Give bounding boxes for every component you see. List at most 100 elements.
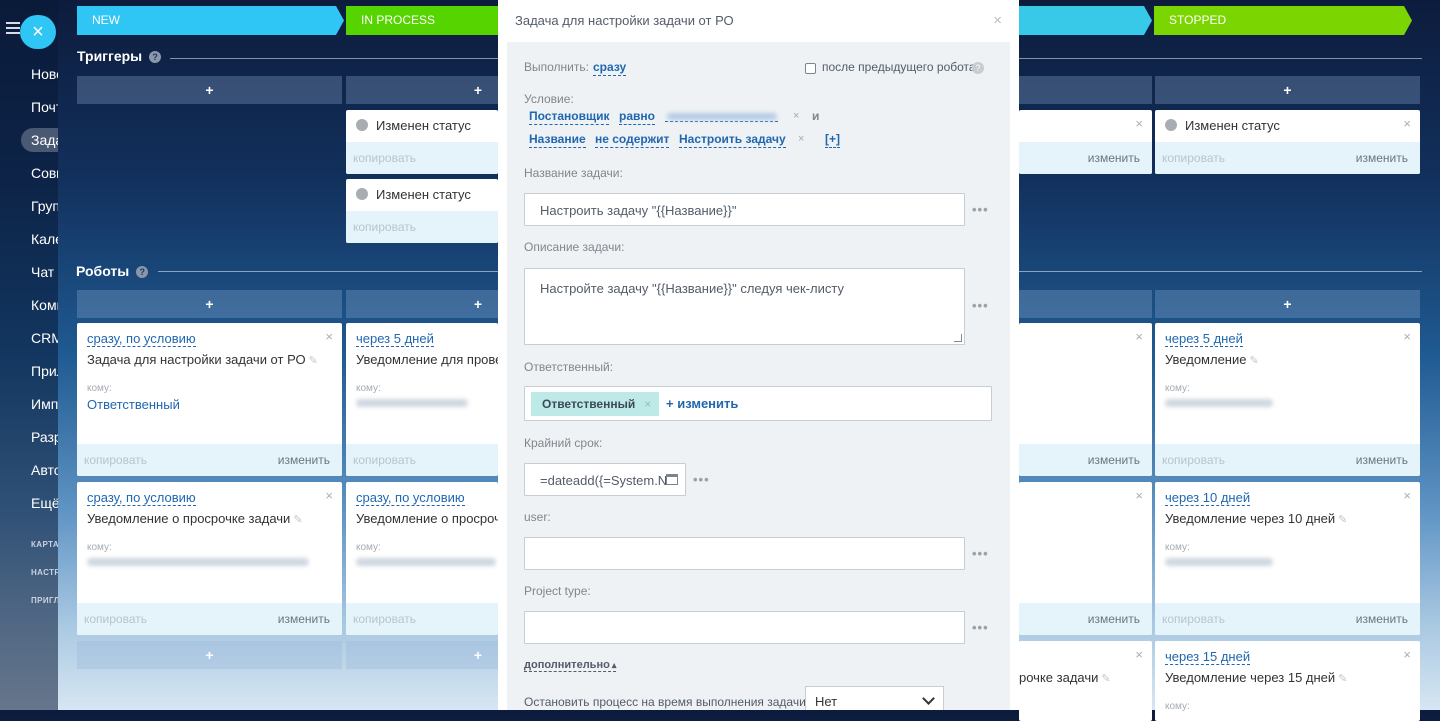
robot-card[interactable]: через 15 дней × Уведомление через 15 дне… [1155,641,1420,721]
add-trigger-button[interactable]: + [77,76,342,104]
add-trigger-button[interactable]: + [1155,76,1420,104]
trigger-card[interactable]: Изменен статус копировать [346,179,498,243]
help-icon[interactable]: ? [149,51,162,63]
close-icon[interactable]: × [1403,329,1411,344]
robot-card[interactable]: сразу, по условию × Задача для настройки… [77,323,342,476]
pencil-icon[interactable]: ✎ [1249,355,1258,367]
close-icon[interactable]: × [1403,116,1411,131]
remove-tag-icon[interactable]: × [644,397,651,411]
robot-card[interactable]: сразу, по условию Уведомление о просроч … [346,482,498,635]
condition-value-link[interactable]: Настроить задачу [679,132,786,148]
close-slider-button[interactable]: × [20,15,56,49]
project-type-input[interactable] [524,611,965,644]
sidebar-item-collab[interactable]: Совместная работа [0,157,58,190]
copy-link[interactable]: копировать [353,151,416,165]
close-icon[interactable]: × [993,12,1002,29]
robot-delay-link[interactable]: сразу, по условию [356,490,465,506]
add-robot-button[interactable]: + [77,290,342,318]
more-options-icon[interactable]: ••• [972,620,989,635]
stop-process-select[interactable]: Нет [805,686,944,710]
sidebar-item-map[interactable]: КАРТА [0,528,58,556]
additional-toggle-link[interactable]: дополнительно ▴ [524,659,617,672]
copy-link[interactable]: копировать [353,220,416,234]
condition-field-link[interactable]: Название [529,132,586,148]
robot-card[interactable]: × изменить [1019,323,1152,476]
sidebar-item-calendar[interactable]: Календарь [0,223,58,256]
edit-link[interactable]: изменить [278,453,330,467]
edit-link[interactable]: изменить [1088,612,1140,626]
add-robot-button[interactable]: + [1155,290,1420,318]
close-icon[interactable]: × [1403,647,1411,662]
robot-card[interactable]: сразу, по условию × Уведомление о просро… [77,482,342,635]
condition-operator-link[interactable]: не содержит [595,132,670,148]
close-icon[interactable]: × [1403,488,1411,503]
condition-operator-link[interactable]: равно [619,109,655,125]
trigger-card[interactable]: Изменен статус × копировать изменить [1155,110,1420,174]
add-robot-button[interactable]: + [346,641,498,669]
condition-join-link[interactable]: и [812,109,819,123]
sidebar-item-invite[interactable]: ПРИГЛАСИТЬ [0,584,58,612]
sidebar-item-company[interactable]: Компания [0,289,58,322]
more-options-icon[interactable]: ••• [693,472,710,487]
robot-card[interactable]: через 5 дней Уведомление для прове кому:… [346,323,498,476]
robot-delay-link[interactable]: сразу, по условию [87,490,196,506]
robot-card[interactable]: × изменить [1019,482,1152,635]
add-robot-button[interactable]: + [77,641,342,669]
robot-card[interactable]: через 5 дней × Уведомление ✎ кому: копиро… [1155,323,1420,476]
robot-delay-link[interactable]: сразу, по условию [87,331,196,347]
pencil-icon[interactable]: ✎ [1101,673,1110,685]
sidebar-item-groups[interactable]: Группы [0,190,58,223]
deadline-input[interactable]: =dateadd({=System.N [524,463,686,496]
resize-handle[interactable] [954,334,962,342]
copy-link[interactable]: копировать [353,453,416,467]
close-icon[interactable]: × [1135,488,1143,503]
after-previous-checkbox[interactable] [805,63,816,74]
add-trigger-button[interactable]: + [346,76,498,104]
pencil-icon[interactable]: ✎ [309,355,318,367]
close-icon[interactable]: × [1135,116,1143,131]
copy-link[interactable]: копировать [84,453,147,467]
menu-icon[interactable] [6,22,20,37]
copy-link[interactable]: копировать [1162,453,1225,467]
pencil-icon[interactable]: ✎ [1338,514,1347,526]
close-icon[interactable]: × [1135,647,1143,662]
more-options-icon[interactable]: ••• [972,546,989,561]
robot-card[interactable]: × рочке задачи ✎ [1019,641,1152,721]
robot-delay-link[interactable]: через 5 дней [356,331,434,347]
user-input[interactable] [524,537,965,570]
edit-link[interactable]: изменить [1356,151,1408,165]
copy-link[interactable]: копировать [353,612,416,626]
responsible-selector[interactable]: Ответственный × + изменить [524,386,992,421]
remove-condition-icon[interactable]: × [798,133,804,145]
edit-link[interactable]: изменить [278,612,330,626]
close-icon[interactable]: × [1135,329,1143,344]
robot-to-value[interactable]: Ответственный [87,397,180,412]
trigger-card[interactable]: × изменить [1019,110,1152,174]
task-description-textarea[interactable]: Настройте задачу "{{Название}}" следуя ч… [524,268,965,345]
close-icon[interactable]: × [325,488,333,503]
edit-link[interactable]: изменить [1356,453,1408,467]
add-robot-button[interactable]: + [346,290,498,318]
edit-link[interactable]: изменить [1088,453,1140,467]
more-options-icon[interactable]: ••• [972,202,989,217]
edit-link[interactable]: изменить [1356,612,1408,626]
sidebar-item-mail[interactable]: Почта [0,91,58,124]
copy-link[interactable]: копировать [1162,151,1225,165]
sidebar-item-more[interactable]: Ещё [0,487,58,520]
task-name-input[interactable]: Настроить задачу "{{Название}}" [524,193,965,226]
sidebar-item-automation[interactable]: Автоматизация [0,454,58,487]
help-icon[interactable]: ? [972,62,984,74]
sidebar-item-news[interactable]: Новости [0,58,58,91]
close-icon[interactable]: × [325,329,333,344]
sidebar-item-chat[interactable]: Чат и звонки [0,256,58,289]
trigger-card[interactable]: Изменен статус копировать [346,110,498,174]
robot-delay-link[interactable]: через 15 дней [1165,649,1251,665]
robot-delay-link[interactable]: через 5 дней [1165,331,1243,347]
more-options-icon[interactable]: ••• [972,298,989,313]
remove-condition-icon[interactable]: × [793,110,799,122]
calendar-icon[interactable] [666,474,678,485]
execute-delay-link[interactable]: сразу [593,60,627,76]
add-robot-button[interactable] [1019,290,1152,318]
robot-delay-link[interactable]: через 10 дней [1165,490,1251,506]
edit-link[interactable]: изменить [1088,151,1140,165]
